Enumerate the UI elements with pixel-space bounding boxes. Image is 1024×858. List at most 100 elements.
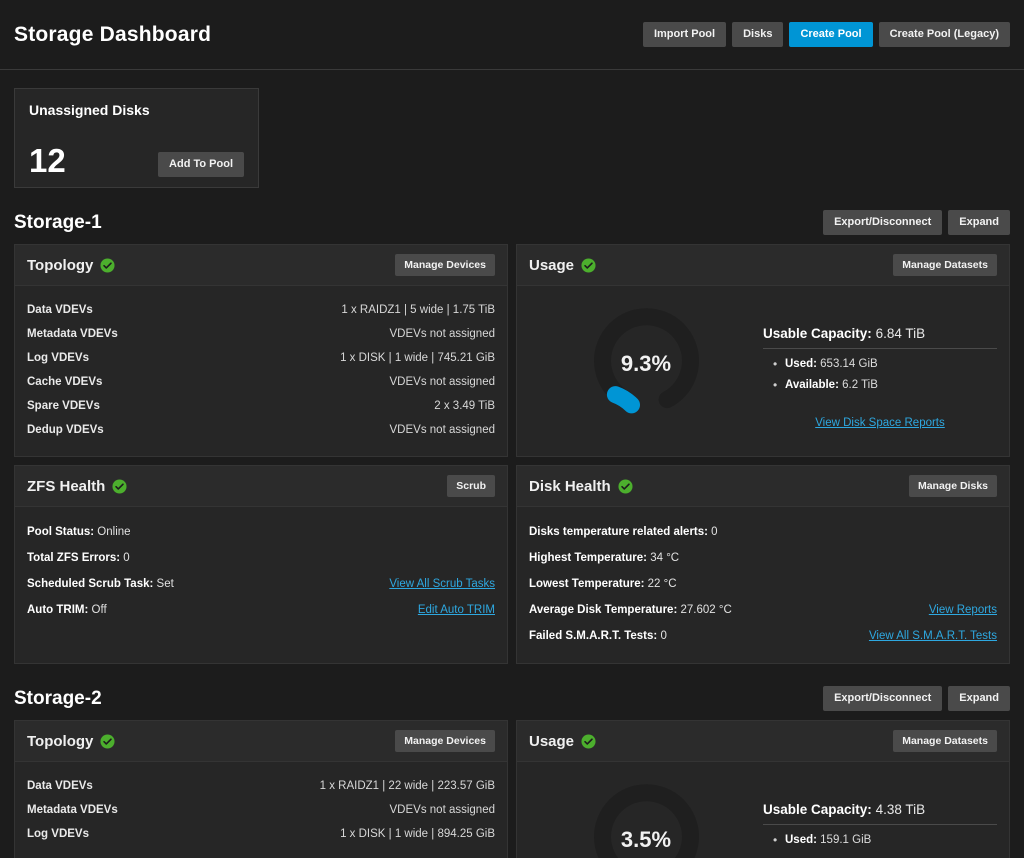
usage-gauge-wrap: 3.5% <box>529 776 763 858</box>
row-key: Average Disk Temperature: <box>529 604 678 616</box>
zfs-health-card-header: ZFS Health Scrub <box>15 466 507 507</box>
row-key: Metadata VDEVs <box>27 328 118 340</box>
row-key: Data VDEVs <box>27 304 93 316</box>
healthy-check-icon <box>100 733 115 749</box>
row-label: Lowest Temperature: 22 °C <box>529 578 677 590</box>
row-value: Online <box>97 526 131 538</box>
scrub-button[interactable]: Scrub <box>447 474 495 498</box>
table-row: Failed S.M.A.R.T. Tests: 0 View All S.M.… <box>529 623 997 649</box>
table-row: Highest Temperature: 34 °C <box>529 545 997 571</box>
row-value: 1 x DISK | 1 wide | 745.21 GiB <box>340 352 495 364</box>
dashboard-content: Unassigned Disks 12 Add To Pool Storage-… <box>0 88 1024 858</box>
usage-breakdown-list: Used: 159.1 GiB <box>763 833 997 847</box>
table-row: Data VDEVs 1 x RAIDZ1 | 5 wide | 1.75 Ti… <box>27 298 495 322</box>
row-label: Auto TRIM: Off <box>27 604 107 616</box>
row-value: 27.602 °C <box>680 604 732 616</box>
disk-health-title-group: Disk Health <box>529 478 633 495</box>
expand-button[interactable]: Expand <box>948 686 1010 711</box>
row-value: 0 <box>711 526 718 538</box>
row-value: VDEVs not assigned <box>389 376 495 388</box>
table-row: Spare VDEVs 2 x 3.49 TiB <box>27 394 495 418</box>
pool-header-storage-2: Storage-2 Export/Disconnect Expand <box>14 686 1010 711</box>
manage-devices-button[interactable]: Manage Devices <box>395 253 495 277</box>
expand-button[interactable]: Expand <box>948 210 1010 235</box>
view-reports-link[interactable]: View Reports <box>929 604 997 616</box>
usage-percent-label: 3.5% <box>620 826 672 852</box>
usage-info: Usable Capacity: 4.38 TiB Used: 159.1 Gi… <box>763 776 997 855</box>
table-row: Metadata VDEVs VDEVs not assigned <box>27 322 495 346</box>
table-row: Scheduled Scrub Task: Set View All Scrub… <box>27 571 495 597</box>
storage-dashboard-page: Storage Dashboard Import Pool Disks Crea… <box>0 0 1024 858</box>
list-item: Used: 653.14 GiB <box>773 357 997 371</box>
manage-disks-button[interactable]: Manage Disks <box>908 474 997 498</box>
row-key: Lowest Temperature: <box>529 578 645 590</box>
export-disconnect-button[interactable]: Export/Disconnect <box>823 210 943 235</box>
table-row: Lowest Temperature: 22 °C <box>529 571 997 597</box>
manage-devices-button[interactable]: Manage Devices <box>395 729 495 753</box>
row-label: Pool Status: Online <box>27 526 131 538</box>
export-disconnect-button[interactable]: Export/Disconnect <box>823 686 943 711</box>
topology-card: Topology Manage Devices Data VDEVs 1 x R… <box>14 244 508 457</box>
usable-capacity-label: Usable Capacity: <box>763 802 872 817</box>
usable-capacity-value: 6.84 TiB <box>875 326 926 341</box>
view-disk-space-reports-link[interactable]: View Disk Space Reports <box>815 417 945 429</box>
topology-card: Topology Manage Devices Data VDEVs 1 x R… <box>14 720 508 858</box>
row-key: Disks temperature related alerts: <box>529 526 708 538</box>
usage-gauge: 9.3% <box>589 306 704 421</box>
topology-title-group: Topology <box>27 257 115 274</box>
used-label: Used: <box>785 834 817 846</box>
unassigned-disks-card: Unassigned Disks 12 Add To Pool <box>14 88 259 188</box>
header-actions: Import Pool Disks Create Pool Create Poo… <box>642 22 1010 47</box>
usage-info: Usable Capacity: 6.84 TiB Used: 653.14 G… <box>763 300 997 431</box>
usable-capacity-value: 4.38 TiB <box>875 802 926 817</box>
usable-capacity-line: Usable Capacity: 4.38 TiB <box>763 802 997 825</box>
manage-datasets-button[interactable]: Manage Datasets <box>893 729 997 753</box>
topology-title: Topology <box>27 256 94 274</box>
row-value: 1 x DISK | 1 wide | 894.25 GiB <box>340 828 495 840</box>
row-value: Set <box>156 578 174 590</box>
zfs-health-card: ZFS Health Scrub Pool Status: Online Tot… <box>14 465 508 664</box>
view-all-smart-tests-link[interactable]: View All S.M.A.R.T. Tests <box>869 630 997 642</box>
row-value: 34 °C <box>650 552 680 564</box>
used-value: 653.14 GiB <box>820 358 878 370</box>
pool-name: Storage-1 <box>14 211 102 233</box>
edit-auto-trim-link[interactable]: Edit Auto TRIM <box>418 604 495 616</box>
usage-card-body: 3.5% Usable Capacity: 4.38 TiB Used: 159… <box>517 762 1009 858</box>
used-label: Used: <box>785 358 817 370</box>
healthy-check-icon <box>112 478 127 494</box>
add-to-pool-button[interactable]: Add To Pool <box>158 152 244 177</box>
create-pool-button[interactable]: Create Pool <box>789 22 873 47</box>
view-all-scrub-tasks-link[interactable]: View All Scrub Tasks <box>389 578 495 590</box>
healthy-check-icon <box>581 733 596 749</box>
row-value: 0 <box>123 552 130 564</box>
table-row: Log VDEVs 1 x DISK | 1 wide | 745.21 GiB <box>27 346 495 370</box>
topology-card-body: Data VDEVs 1 x RAIDZ1 | 5 wide | 1.75 Ti… <box>15 286 507 456</box>
usage-breakdown-list: Used: 653.14 GiB Available: 6.2 TiB <box>763 357 997 392</box>
import-pool-button[interactable]: Import Pool <box>642 22 727 47</box>
table-row: Cache VDEVs VDEVs not assigned <box>27 370 495 394</box>
usage-card: Usage Manage Datasets <box>516 244 1010 457</box>
healthy-check-icon <box>100 257 115 273</box>
row-label: Disks temperature related alerts: 0 <box>529 526 718 538</box>
row-label: Highest Temperature: 34 °C <box>529 552 679 564</box>
manage-datasets-button[interactable]: Manage Datasets <box>893 253 997 277</box>
create-pool-legacy-button[interactable]: Create Pool (Legacy) <box>878 22 1010 47</box>
zfs-health-title-group: ZFS Health <box>27 478 127 495</box>
pool-actions: Export/Disconnect Expand <box>823 210 1010 235</box>
zfs-health-card-body: Pool Status: Online Total ZFS Errors: 0 <box>15 507 507 637</box>
table-row: Total ZFS Errors: 0 <box>27 545 495 571</box>
row-value: Off <box>91 604 107 616</box>
row-label: Failed S.M.A.R.T. Tests: 0 <box>529 630 667 642</box>
row-key: Spare VDEVs <box>27 400 100 412</box>
usage-title: Usage <box>529 256 575 274</box>
disks-button[interactable]: Disks <box>732 22 784 47</box>
usage-card: Usage Manage Datasets <box>516 720 1010 858</box>
row-value: 1 x RAIDZ1 | 5 wide | 1.75 TiB <box>341 304 495 316</box>
table-row: Log VDEVs 1 x DISK | 1 wide | 894.25 GiB <box>27 822 495 846</box>
topology-card-header: Topology Manage Devices <box>15 721 507 762</box>
unassigned-disks-row: 12 Add To Pool <box>29 144 244 177</box>
topology-card-header: Topology Manage Devices <box>15 245 507 286</box>
table-row: Disks temperature related alerts: 0 <box>529 519 997 545</box>
row-key: Log VDEVs <box>27 352 89 364</box>
usable-capacity-line: Usable Capacity: 6.84 TiB <box>763 326 997 349</box>
